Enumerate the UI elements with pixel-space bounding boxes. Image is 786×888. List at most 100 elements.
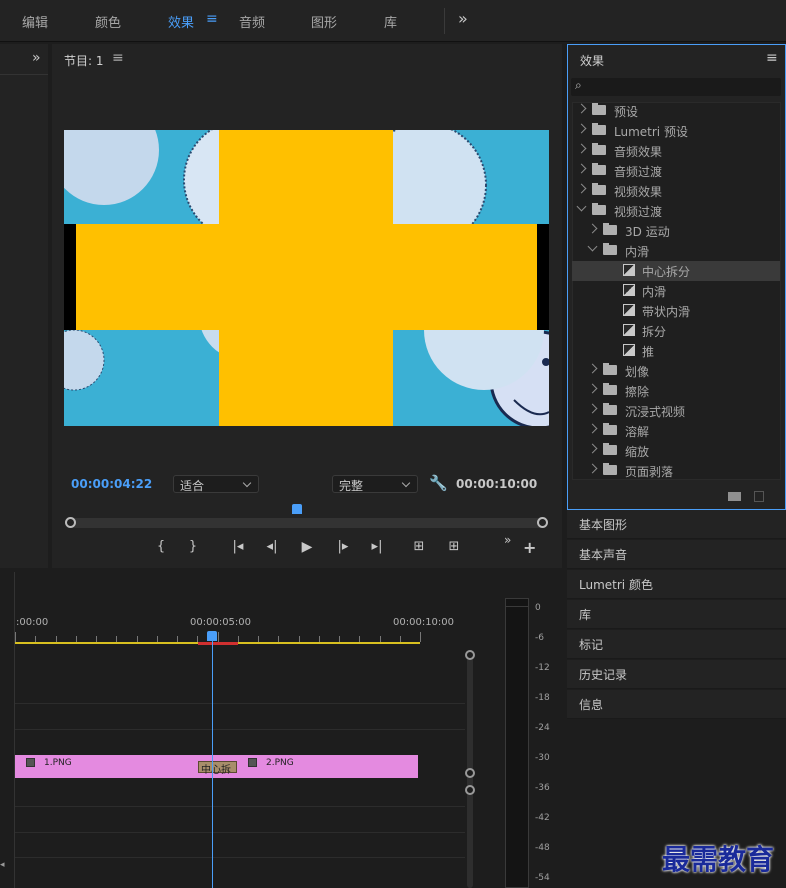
effects-tree-item[interactable]: 音频过渡 <box>572 161 780 181</box>
effects-tree-item[interactable]: 视频效果 <box>572 181 780 201</box>
ruler-tick <box>75 636 77 642</box>
more-controls-icon[interactable]: » <box>504 533 511 547</box>
workspace-tab-libraries[interactable]: 库 <box>384 12 397 31</box>
more-workspaces-icon[interactable]: » <box>458 9 468 28</box>
workspace-tab-edit[interactable]: 编辑 <box>22 12 48 31</box>
workspace-tab-audio[interactable]: 音频 <box>239 12 265 31</box>
play-button[interactable]: ▶ <box>298 539 316 555</box>
workspace-tab-effects[interactable]: 效果 <box>168 12 194 31</box>
extract-button[interactable]: ⊞ <box>445 539 463 554</box>
effects-tree-item[interactable]: 缩放 <box>572 441 780 461</box>
ruler-tick <box>35 636 37 642</box>
chevron-right-icon[interactable] <box>576 163 587 174</box>
timeline-playhead-handle[interactable] <box>207 631 217 641</box>
panel-tab[interactable]: 基本图形 <box>567 510 786 539</box>
scroll-handle[interactable] <box>465 768 475 778</box>
go-to-out-button[interactable]: ▸| <box>368 539 386 554</box>
panel-tab[interactable]: 标记 <box>567 630 786 659</box>
effects-tree-item[interactable]: 内滑 <box>572 241 780 261</box>
effects-tree-item[interactable]: 视频过渡 <box>572 201 780 221</box>
scroll-handle[interactable] <box>465 650 475 660</box>
chevron-right-icon[interactable] <box>576 143 587 154</box>
folder-icon <box>603 243 617 255</box>
folder-icon <box>603 463 617 475</box>
meter-tick-label: -24 <box>535 723 550 733</box>
add-button-icon[interactable]: + <box>523 538 536 557</box>
effects-search-input[interactable]: ⌕ <box>571 78 781 96</box>
tree-item-label: Lumetri 预设 <box>614 125 688 139</box>
chevron-right-icon[interactable] <box>587 423 598 434</box>
effects-tree-item[interactable]: 划像 <box>572 361 780 381</box>
ruler-tick <box>177 636 178 642</box>
expand-panel-icon[interactable]: » <box>32 50 41 66</box>
chevron-right-icon[interactable] <box>587 363 598 374</box>
chevron-right-icon[interactable] <box>576 123 587 134</box>
ruler-label: 00:00:05:00 <box>190 617 252 628</box>
scroll-handle[interactable] <box>465 785 475 795</box>
step-back-button[interactable]: ◂| <box>263 539 281 554</box>
track-collapse-icon[interactable]: ◂ <box>0 860 5 870</box>
chevron-right-icon[interactable] <box>576 183 587 194</box>
scrub-end-handle[interactable] <box>537 517 548 528</box>
new-bin-icon[interactable] <box>728 492 741 501</box>
effects-tree-item[interactable]: 擦除 <box>572 381 780 401</box>
menu-icon[interactable]: ≡ <box>206 11 218 27</box>
chevron-right-icon[interactable] <box>587 383 598 394</box>
effects-tree-item[interactable]: 预设 <box>572 101 780 121</box>
panel-tab[interactable]: 库 <box>567 600 786 629</box>
ruler-label: 00:00:10:00 <box>393 617 455 628</box>
workspace-tab-graphics[interactable]: 图形 <box>311 12 337 31</box>
folder-icon <box>592 183 606 195</box>
effects-tree-item[interactable]: 拆分 <box>572 321 780 341</box>
current-timecode[interactable]: 00:00:04:22 <box>71 477 152 491</box>
effects-tree-item[interactable]: 中心拆分 <box>572 261 780 281</box>
effects-tree-item[interactable]: 音频效果 <box>572 141 780 161</box>
chevron-right-icon[interactable] <box>587 223 598 234</box>
chevron-right-icon[interactable] <box>587 403 598 414</box>
panel-tab[interactable]: Lumetri 颜色 <box>567 570 786 599</box>
wrench-icon[interactable]: 🔧 <box>429 474 448 492</box>
playhead-marker[interactable] <box>292 504 302 514</box>
folder-icon <box>592 163 606 175</box>
effects-tree-item[interactable]: 3D 运动 <box>572 221 780 241</box>
zoom-fit-select[interactable]: 适合 <box>173 475 259 493</box>
workspace-tab-color[interactable]: 颜色 <box>95 12 121 31</box>
tree-item-label: 音频效果 <box>614 145 663 159</box>
effects-tree-item[interactable]: 带状内滑 <box>572 301 780 321</box>
meter-tick-label: -36 <box>535 783 550 793</box>
effects-tree-item[interactable]: 溶解 <box>572 421 780 441</box>
tree-item-label: 预设 <box>614 105 639 119</box>
effects-tree-item[interactable]: 内滑 <box>572 281 780 301</box>
scrub-bar[interactable] <box>70 518 544 528</box>
lift-button[interactable]: ⊞ <box>410 539 428 554</box>
effects-tree-item[interactable]: 页面剥落 <box>572 461 780 481</box>
playback-quality-select[interactable]: 完整 <box>332 475 418 493</box>
mark-in-button[interactable]: { <box>152 539 170 554</box>
effects-tree-item[interactable]: 沉浸式视频 <box>572 401 780 421</box>
scrub-start-handle[interactable] <box>65 517 76 528</box>
delete-icon[interactable] <box>754 491 764 502</box>
left-collapsed-panel: » <box>0 44 48 606</box>
workspace-bar: 编辑 颜色 效果 ≡ 音频 图形 库 » <box>0 0 786 42</box>
ruler-tick <box>420 632 421 642</box>
go-to-in-button[interactable]: |◂ <box>229 539 247 554</box>
chevron-right-icon[interactable] <box>587 463 598 474</box>
effects-tree-item[interactable]: 推 <box>572 341 780 361</box>
render-bar <box>198 642 238 645</box>
ruler-tick <box>96 636 97 642</box>
panel-tab[interactable]: 基本声音 <box>567 540 786 569</box>
transition-center-split[interactable]: 中心拆 <box>198 761 237 776</box>
panel-menu-icon[interactable]: ≡ <box>766 50 778 66</box>
panel-tab[interactable]: 信息 <box>567 690 786 719</box>
panel-menu-icon[interactable]: ≡ <box>112 50 124 66</box>
effects-tree-item[interactable]: Lumetri 预设 <box>572 121 780 141</box>
step-forward-button[interactable]: |▸ <box>334 539 352 554</box>
panel-tab[interactable]: 历史记录 <box>567 660 786 689</box>
chevron-right-icon[interactable] <box>587 443 598 454</box>
chevron-down-icon[interactable] <box>576 201 587 212</box>
preset-folder-icon <box>592 123 606 135</box>
chevron-down-icon[interactable] <box>587 241 598 252</box>
chevron-right-icon[interactable] <box>576 103 587 114</box>
meter-tick-label: -54 <box>535 873 550 883</box>
mark-out-button[interactable]: } <box>184 539 202 554</box>
